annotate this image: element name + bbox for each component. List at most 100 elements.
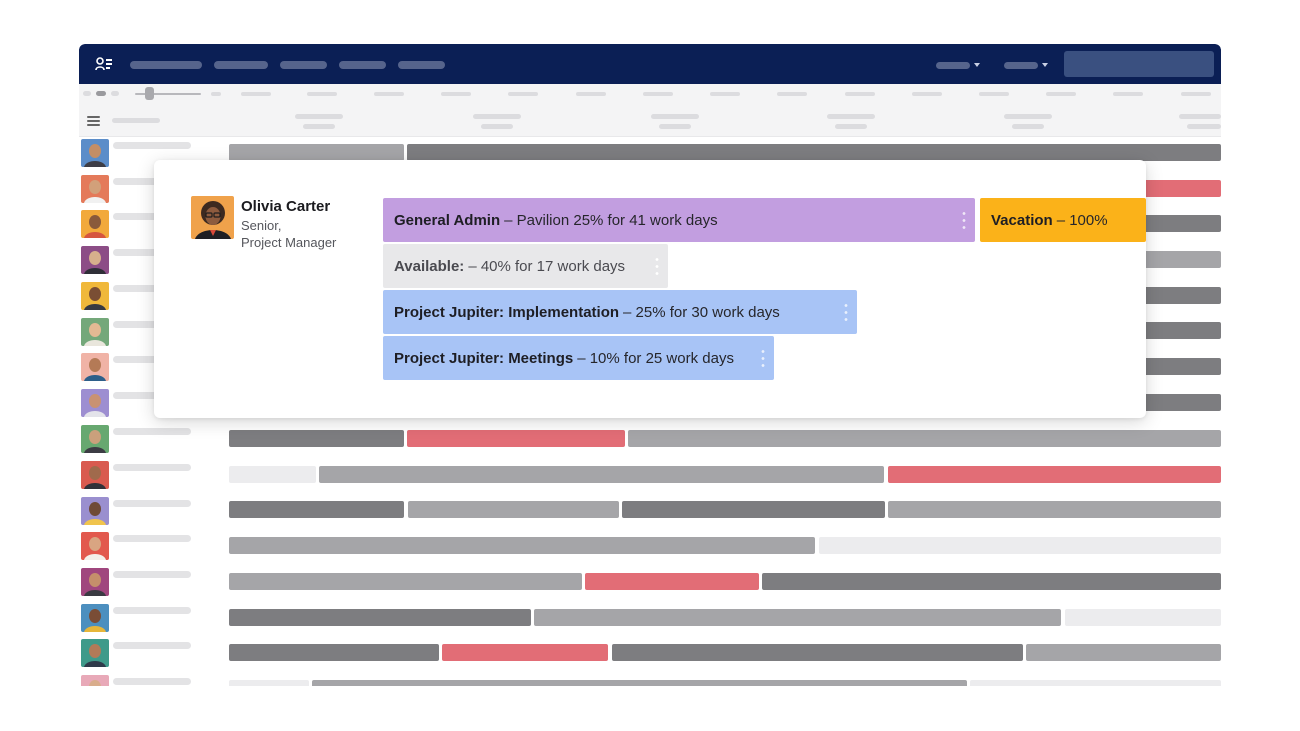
- column-label: [112, 118, 160, 123]
- allocation-bar[interactable]: [229, 573, 582, 590]
- allocation-bar[interactable]: [319, 466, 884, 483]
- avatar[interactable]: [81, 604, 109, 632]
- allocation-name: Project Jupiter: Implementation: [394, 303, 620, 321]
- date-sublabel: [835, 124, 867, 129]
- allocation-vacation[interactable]: Vacation – 100%: [980, 198, 1146, 242]
- resource-name: [113, 642, 191, 649]
- allocation-bar[interactable]: [229, 430, 404, 447]
- allocation-bar[interactable]: [970, 680, 1221, 686]
- avatar[interactable]: [81, 497, 109, 525]
- time-off-bar[interactable]: [585, 573, 759, 590]
- allocation-name: General Admin: [394, 211, 501, 229]
- avatar[interactable]: [81, 175, 109, 203]
- allocation-available[interactable]: Available: – 40% for 17 work days: [383, 244, 668, 288]
- avatar[interactable]: [81, 425, 109, 453]
- drag-handle-icon[interactable]: [962, 210, 966, 230]
- allocation-bar[interactable]: [229, 501, 404, 518]
- time-off-bar[interactable]: [442, 644, 608, 661]
- date-label: [1179, 114, 1221, 119]
- allocation-bar[interactable]: [229, 644, 439, 661]
- hamburger-menu-icon[interactable]: [87, 116, 100, 126]
- allocation-detail: – 25% for 30 work days: [623, 303, 780, 321]
- timeline-tick: [979, 92, 1009, 96]
- allocation-bar[interactable]: [1026, 644, 1221, 661]
- nav-link-3[interactable]: [280, 61, 327, 69]
- timeline-tick: [1181, 92, 1211, 96]
- avatar[interactable]: [81, 353, 109, 381]
- allocation-bar[interactable]: [229, 609, 531, 626]
- time-off-bar[interactable]: [888, 466, 1221, 483]
- allocation-bar[interactable]: [229, 680, 309, 686]
- resource-name: [113, 142, 191, 149]
- time-off-bar[interactable]: [1144, 180, 1221, 197]
- view-toggle[interactable]: [83, 91, 91, 96]
- date-label: [651, 114, 699, 119]
- allocation-bar[interactable]: [628, 430, 1221, 447]
- view-toggle[interactable]: [111, 91, 119, 96]
- allocation-bar[interactable]: [1065, 609, 1221, 626]
- allocation-bar[interactable]: [407, 144, 1221, 161]
- nav-dropdown-2[interactable]: [1004, 60, 1048, 70]
- allocation-bar[interactable]: [408, 501, 619, 518]
- nav-link-1[interactable]: [130, 61, 202, 69]
- allocation-bar[interactable]: [229, 466, 316, 483]
- allocation-bar[interactable]: [1144, 251, 1221, 268]
- allocation-project-jupiter-meetings[interactable]: Project Jupiter: Meetings – 10% for 25 w…: [383, 336, 774, 380]
- timeline-toolbar: [79, 84, 1221, 104]
- people-list-icon[interactable]: [95, 56, 113, 72]
- allocation-bar[interactable]: [534, 609, 1061, 626]
- allocation-bar[interactable]: [229, 537, 815, 554]
- time-off-bar[interactable]: [407, 430, 625, 447]
- avatar[interactable]: [81, 639, 109, 667]
- timeline-tick: [912, 92, 942, 96]
- allocation-bar[interactable]: [622, 501, 885, 518]
- allocation-bar[interactable]: [1144, 358, 1221, 375]
- allocation-project-jupiter-implementation[interactable]: Project Jupiter: Implementation – 25% fo…: [383, 290, 857, 334]
- allocation-name: Available:: [394, 257, 465, 275]
- date-sublabel: [303, 124, 335, 129]
- zoom-slider-handle[interactable]: [145, 87, 154, 100]
- avatar[interactable]: [81, 389, 109, 417]
- nav-dropdown-1[interactable]: [936, 60, 980, 70]
- avatar[interactable]: [81, 568, 109, 596]
- date-label: [295, 114, 343, 119]
- allocation-bar[interactable]: [229, 144, 404, 161]
- drag-handle-icon[interactable]: [655, 256, 659, 276]
- timeline-tick: [1113, 92, 1143, 96]
- avatar[interactable]: [81, 318, 109, 346]
- timeline-tick: [1046, 92, 1076, 96]
- avatar[interactable]: [81, 246, 109, 274]
- allocation-bar[interactable]: [819, 537, 1221, 554]
- allocation-bar[interactable]: [1144, 322, 1221, 339]
- avatar[interactable]: [81, 282, 109, 310]
- search-input[interactable]: [1064, 51, 1214, 77]
- chevron-down-icon: [974, 63, 980, 67]
- nav-link-5[interactable]: [398, 61, 445, 69]
- drag-handle-icon[interactable]: [844, 302, 848, 322]
- avatar[interactable]: [81, 532, 109, 560]
- avatar[interactable]: [81, 461, 109, 489]
- avatar[interactable]: [81, 675, 109, 686]
- allocation-detail: – 10% for 25 work days: [577, 349, 734, 367]
- avatar[interactable]: [81, 139, 109, 167]
- allocation-general-admin[interactable]: General Admin – Pavilion 25% for 41 work…: [383, 198, 975, 242]
- timeline-tick: [307, 92, 337, 96]
- resource-name: [113, 500, 191, 507]
- date-label: [473, 114, 521, 119]
- allocation-bar[interactable]: [762, 573, 1221, 590]
- allocation-bar[interactable]: [888, 501, 1221, 518]
- drag-handle-icon[interactable]: [761, 348, 765, 368]
- timeline-tick: [441, 92, 471, 96]
- allocation-bar[interactable]: [1144, 394, 1221, 411]
- nav-link-2[interactable]: [214, 61, 268, 69]
- allocation-bar[interactable]: [1144, 287, 1221, 304]
- allocation-bar[interactable]: [312, 680, 967, 686]
- view-toggle-active[interactable]: [96, 91, 106, 96]
- nav-link-4[interactable]: [339, 61, 386, 69]
- avatar[interactable]: [81, 210, 109, 238]
- allocation-bar[interactable]: [612, 644, 1023, 661]
- timeline-date-header: [79, 104, 1221, 137]
- timeline-tick: [374, 92, 404, 96]
- date-label: [1004, 114, 1052, 119]
- allocation-bar[interactable]: [1144, 215, 1221, 232]
